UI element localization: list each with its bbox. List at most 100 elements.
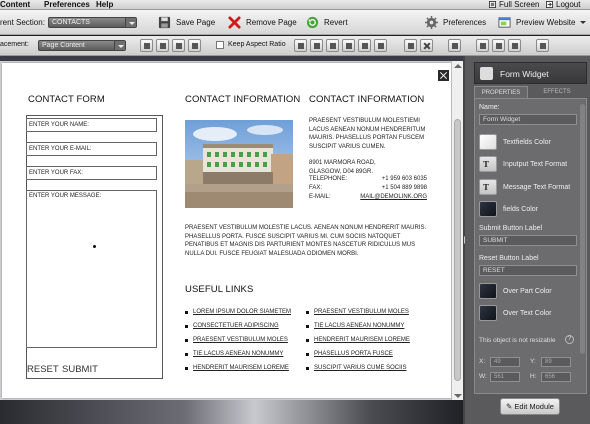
placement-select[interactable]: Page Content bbox=[38, 40, 126, 51]
align-middle-button[interactable] bbox=[358, 39, 371, 52]
reset-button[interactable]: RESET bbox=[27, 364, 59, 375]
fax-row: FAX: +1 504 889 9898 bbox=[309, 185, 427, 193]
grid-button[interactable] bbox=[448, 39, 461, 52]
menu-content[interactable]: Content bbox=[0, 0, 30, 9]
message-field[interactable]: ENTER YOUR MESSAGE: bbox=[26, 190, 157, 348]
logout-link[interactable]: Logout bbox=[546, 0, 580, 9]
fax-field[interactable]: ENTER YOUR FAX: bbox=[26, 166, 157, 180]
textfields-color-row[interactable]: Textfields Color bbox=[479, 134, 551, 150]
full-screen-link[interactable]: Full Screen bbox=[489, 0, 539, 9]
x-input[interactable]: 49 bbox=[490, 357, 520, 367]
link-item[interactable]: HENDRERIT MAURISEM LOREME bbox=[185, 365, 291, 379]
save-page-button[interactable]: Save Page bbox=[158, 14, 215, 31]
link-button[interactable] bbox=[492, 39, 505, 52]
layer-up-icon bbox=[160, 43, 166, 49]
main-toolbar: rent Section: CONTACTS Save Page Remove … bbox=[0, 10, 590, 35]
textfields-color-label: Textfields Color bbox=[503, 138, 551, 146]
send-backward-button[interactable] bbox=[172, 39, 185, 52]
link-item[interactable]: TIE LACUS AENEAN NONUMMY bbox=[306, 323, 410, 337]
upload-button[interactable] bbox=[536, 39, 549, 52]
settings-button[interactable] bbox=[404, 39, 417, 52]
upload-icon bbox=[540, 43, 546, 49]
align-right-icon bbox=[330, 43, 336, 49]
over-part-color-label: Over Part Color bbox=[503, 287, 552, 295]
reset-label-input[interactable]: RESET bbox=[479, 265, 577, 276]
color-swatch[interactable] bbox=[479, 201, 497, 217]
text-format-icon[interactable]: T bbox=[479, 179, 497, 195]
links-column-2: PRAESENT VESTIBULUM MOLES TIE LACUS AENE… bbox=[306, 309, 410, 379]
chevron-down-icon[interactable] bbox=[580, 21, 587, 24]
align-top-button[interactable] bbox=[342, 39, 355, 52]
email-link[interactable]: MAIL@DEMOLINK.ORG bbox=[360, 194, 427, 200]
email-label: E-MAIL: bbox=[309, 194, 331, 200]
name-input[interactable]: Form Widget bbox=[479, 114, 577, 125]
contact-info-paragraph-2: PRAESENT VESTIBULUM MOLESTIEMI LACUS AEN… bbox=[309, 118, 426, 150]
h-input[interactable]: 656 bbox=[541, 372, 571, 382]
section-select[interactable]: CONTACTS bbox=[48, 17, 137, 28]
send-back-button[interactable] bbox=[188, 39, 201, 52]
color-swatch[interactable] bbox=[479, 134, 497, 150]
submit-label-input[interactable]: SUBMIT bbox=[479, 235, 577, 246]
footer-image bbox=[0, 400, 463, 424]
w-input[interactable]: 561 bbox=[490, 372, 520, 382]
chevron-down-icon bbox=[125, 18, 136, 27]
name-field[interactable]: ENTER YOUR NAME: bbox=[26, 118, 157, 132]
align-bottom-button[interactable] bbox=[374, 39, 387, 52]
fields-color-row[interactable]: fields Color bbox=[479, 201, 538, 217]
tab-effects[interactable]: EFFECTS bbox=[530, 86, 584, 98]
menu-help[interactable]: Help bbox=[96, 0, 113, 9]
scroll-thumb[interactable] bbox=[454, 119, 461, 381]
keep-aspect-checkbox[interactable] bbox=[216, 41, 224, 49]
revert-arrow-icon bbox=[306, 16, 319, 29]
link-item[interactable]: CONSECTETUER ADIPISCING bbox=[185, 323, 291, 337]
text-format-icon[interactable]: T bbox=[479, 156, 497, 172]
revert-button[interactable]: Revert bbox=[306, 14, 348, 31]
edit-module-button[interactable]: ✎ Edit Module bbox=[500, 398, 560, 415]
align-right-button[interactable] bbox=[326, 39, 339, 52]
close-icon bbox=[424, 43, 430, 49]
link-item[interactable]: LOREM IPSUM DOLOR SIAMETEM bbox=[185, 309, 291, 323]
canvas-scrollbar[interactable] bbox=[451, 61, 463, 401]
panel-scrollbar[interactable] bbox=[580, 104, 585, 354]
lock-button[interactable] bbox=[476, 39, 489, 52]
tab-properties[interactable]: PROPERTIES bbox=[474, 86, 528, 98]
y-input[interactable]: 89 bbox=[541, 357, 571, 367]
message-text-format-label: Message Text Format bbox=[503, 183, 571, 191]
preview-website-button[interactable]: Preview Website bbox=[498, 14, 587, 31]
close-icon[interactable] bbox=[438, 70, 449, 81]
name-label: Name: bbox=[479, 104, 500, 111]
link-item[interactable]: SUSCIPIT VARIUS CUME SOCIIS bbox=[306, 365, 410, 379]
align-left-button[interactable] bbox=[294, 39, 307, 52]
logout-icon bbox=[546, 1, 553, 8]
layer-down-icon bbox=[176, 43, 182, 49]
bring-front-button[interactable] bbox=[140, 39, 153, 52]
color-swatch[interactable] bbox=[479, 283, 497, 299]
link-icon bbox=[496, 43, 502, 49]
message-text-format-row[interactable]: T Message Text Format bbox=[479, 179, 570, 195]
resize-note: This object is not resizable bbox=[479, 337, 556, 344]
over-text-color-row[interactable]: Over Text Color bbox=[479, 305, 552, 321]
section-label: rent Section: bbox=[0, 18, 45, 27]
link-item[interactable]: TIE LACUS AENEAN NONUMMY bbox=[185, 351, 291, 365]
scroll-up-icon[interactable] bbox=[454, 64, 462, 68]
remove-page-button[interactable]: Remove Page bbox=[228, 14, 297, 31]
fields-color-label: fields Color bbox=[503, 205, 539, 213]
help-icon[interactable]: ? bbox=[565, 335, 574, 344]
email-field[interactable]: ENTER YOUR E-MAIL: bbox=[26, 142, 157, 156]
unlink-button[interactable] bbox=[508, 39, 521, 52]
color-swatch[interactable] bbox=[479, 305, 497, 321]
link-item[interactable]: PRAESENT VESTIBULUM MOLES bbox=[306, 309, 410, 323]
menu-preferences[interactable]: Preferences bbox=[44, 0, 90, 9]
link-item[interactable]: PRAESENT VESTIBULUM MOLES bbox=[185, 337, 291, 351]
bring-forward-button[interactable] bbox=[156, 39, 169, 52]
align-center-button[interactable] bbox=[310, 39, 323, 52]
preferences-button[interactable]: Preferences bbox=[425, 14, 486, 31]
scroll-down-icon[interactable] bbox=[454, 394, 462, 398]
link-item[interactable]: PHASELLUS PORTA FUSCE bbox=[306, 351, 410, 365]
submit-button[interactable]: SUBMIT bbox=[62, 364, 98, 375]
delete-button[interactable] bbox=[420, 39, 433, 52]
over-part-color-row[interactable]: Over Part Color bbox=[479, 283, 552, 299]
placement-value: Page Content bbox=[42, 42, 85, 49]
link-item[interactable]: HENDRERIT MAURISEM LOREME bbox=[306, 337, 410, 351]
input-text-format-row[interactable]: T Inputput Text Format bbox=[479, 156, 567, 172]
